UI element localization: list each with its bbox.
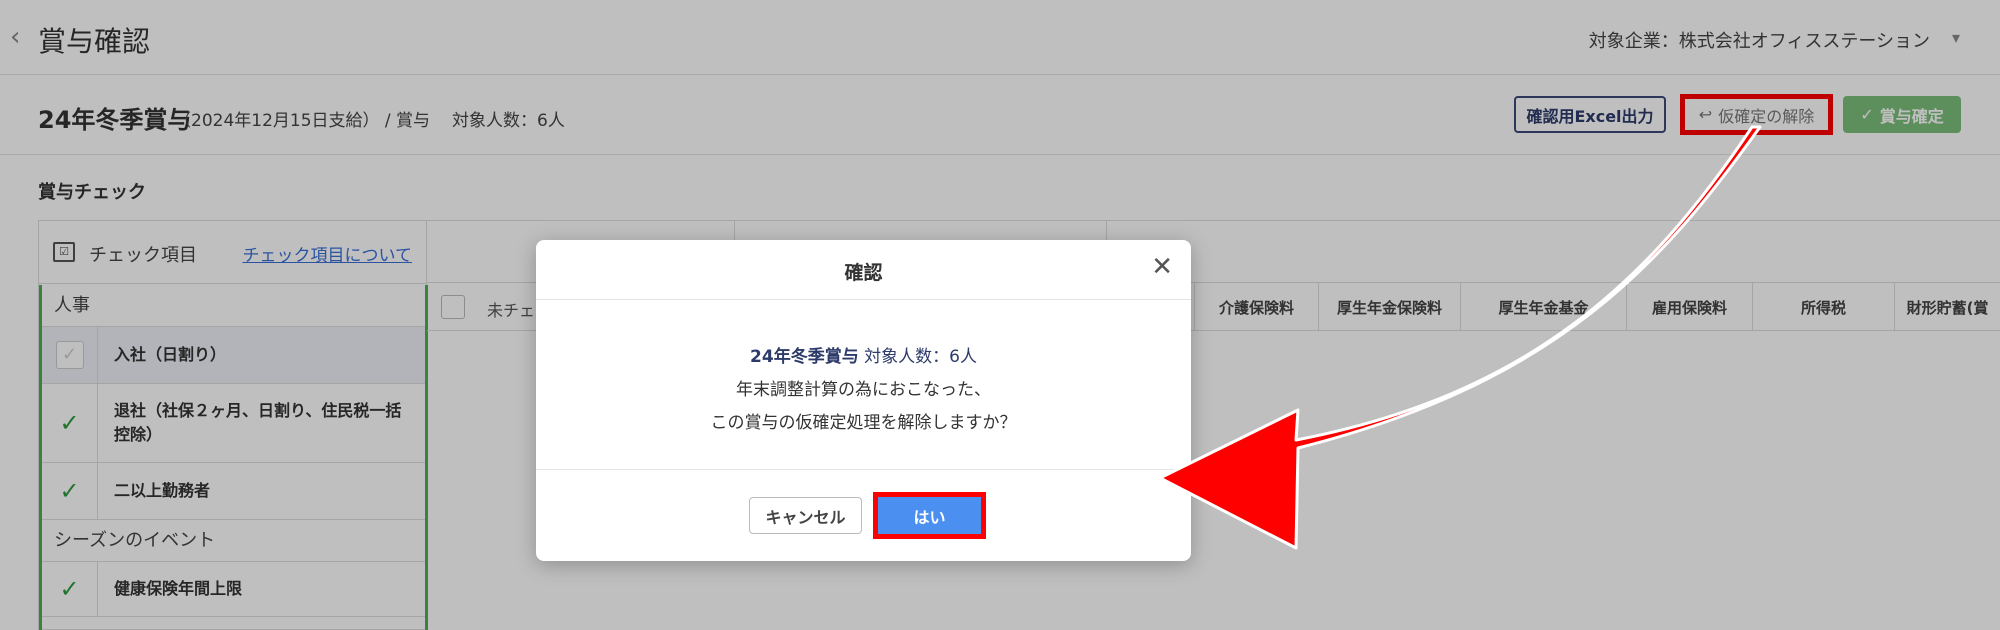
curved-arrow-shape xyxy=(1158,125,1762,550)
annotation-arrow xyxy=(1158,125,1762,550)
